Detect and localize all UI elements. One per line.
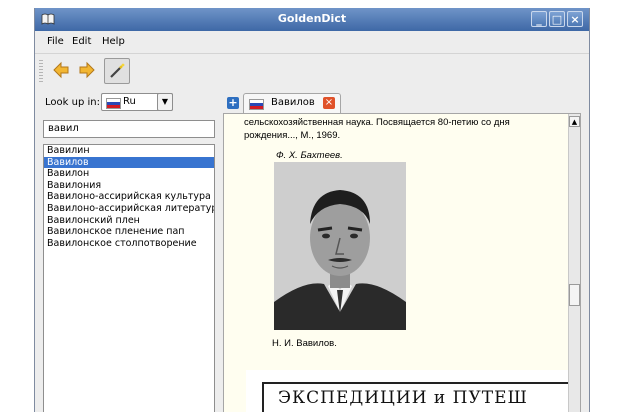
article-line: рождения..., М., 1969. xyxy=(244,130,341,141)
scan-popup-button[interactable] xyxy=(104,58,130,84)
scroll-thumb[interactable] xyxy=(569,284,580,306)
chevron-down-icon[interactable]: ▼ xyxy=(157,93,173,111)
tab-vavilov[interactable]: Вавилов × xyxy=(243,93,341,113)
toolbar-grip[interactable] xyxy=(39,60,43,82)
dictionary-group-select[interactable]: Ru ▼ xyxy=(101,93,173,111)
scan-heading: ЭКСПЕДИЦИИ и ПУТЕШ xyxy=(278,388,528,408)
russian-flag-icon xyxy=(106,98,121,109)
portrait-caption: Н. И. Вавилов. xyxy=(272,338,337,349)
list-item[interactable]: Вавилоно-ассирийская литература xyxy=(44,203,214,215)
article-text: сельскохозяйственная наука. Посвящается … xyxy=(244,116,554,142)
word-list[interactable]: Вавилин Вавилов Вавилон Вавилония Вавилоно-а… xyxy=(43,144,215,412)
list-item[interactable]: Вавилонское пленение пап xyxy=(44,226,214,238)
scanned-page: ЭКСПЕДИЦИИ и ПУТЕШ xyxy=(246,370,580,412)
portrait-image xyxy=(274,162,406,330)
menu-help[interactable]: Help xyxy=(102,36,125,47)
magic-wand-icon xyxy=(110,63,125,78)
close-button[interactable]: × xyxy=(567,11,583,27)
menu-file[interactable]: File xyxy=(47,36,64,47)
list-item[interactable]: Вавилония xyxy=(44,180,214,192)
add-tab-button[interactable]: + xyxy=(227,97,239,109)
menu-bar: File Edit Help xyxy=(35,31,589,51)
tab-label: Вавилов xyxy=(271,97,315,108)
minimize-button[interactable]: _ xyxy=(531,11,547,27)
vertical-scrollbar[interactable]: ▲ xyxy=(568,114,580,412)
scan-frame: ЭКСПЕДИЦИИ и ПУТЕШ xyxy=(262,382,580,412)
list-item[interactable]: Вавилонское столпотворение xyxy=(44,238,214,250)
forward-arrow-icon[interactable] xyxy=(78,61,96,79)
list-item[interactable]: Вавилон xyxy=(44,168,214,180)
search-input[interactable]: вавил xyxy=(43,120,215,138)
list-item[interactable]: Вавилонский плен xyxy=(44,215,214,227)
back-arrow-icon[interactable] xyxy=(52,61,70,79)
menu-edit[interactable]: Edit xyxy=(72,36,91,47)
window-title: GoldenDict xyxy=(277,12,347,25)
list-item[interactable]: Вавилин xyxy=(44,145,214,157)
russian-flag-icon xyxy=(249,99,264,110)
article-line: сельскохозяйственная наука. Посвящается … xyxy=(244,117,510,128)
title-bar: GoldenDict _ □ × xyxy=(35,8,589,31)
group-value: Ru xyxy=(123,96,136,107)
main-window: GoldenDict _ □ × File Edit Help Look up … xyxy=(34,8,590,412)
maximize-button[interactable]: □ xyxy=(549,11,565,27)
article-view[interactable]: сельскохозяйственная наука. Посвящается … xyxy=(223,113,581,412)
list-item[interactable]: Вавилов xyxy=(44,156,214,169)
lookup-label: Look up in: xyxy=(45,97,100,108)
scroll-up-icon[interactable]: ▲ xyxy=(569,116,580,127)
close-tab-button[interactable]: × xyxy=(323,97,335,109)
article-author: Ф. Х. Бахтеев. xyxy=(276,150,343,161)
list-item[interactable]: Вавилоно-ассирийская культура xyxy=(44,191,214,203)
toolbar xyxy=(35,53,589,86)
